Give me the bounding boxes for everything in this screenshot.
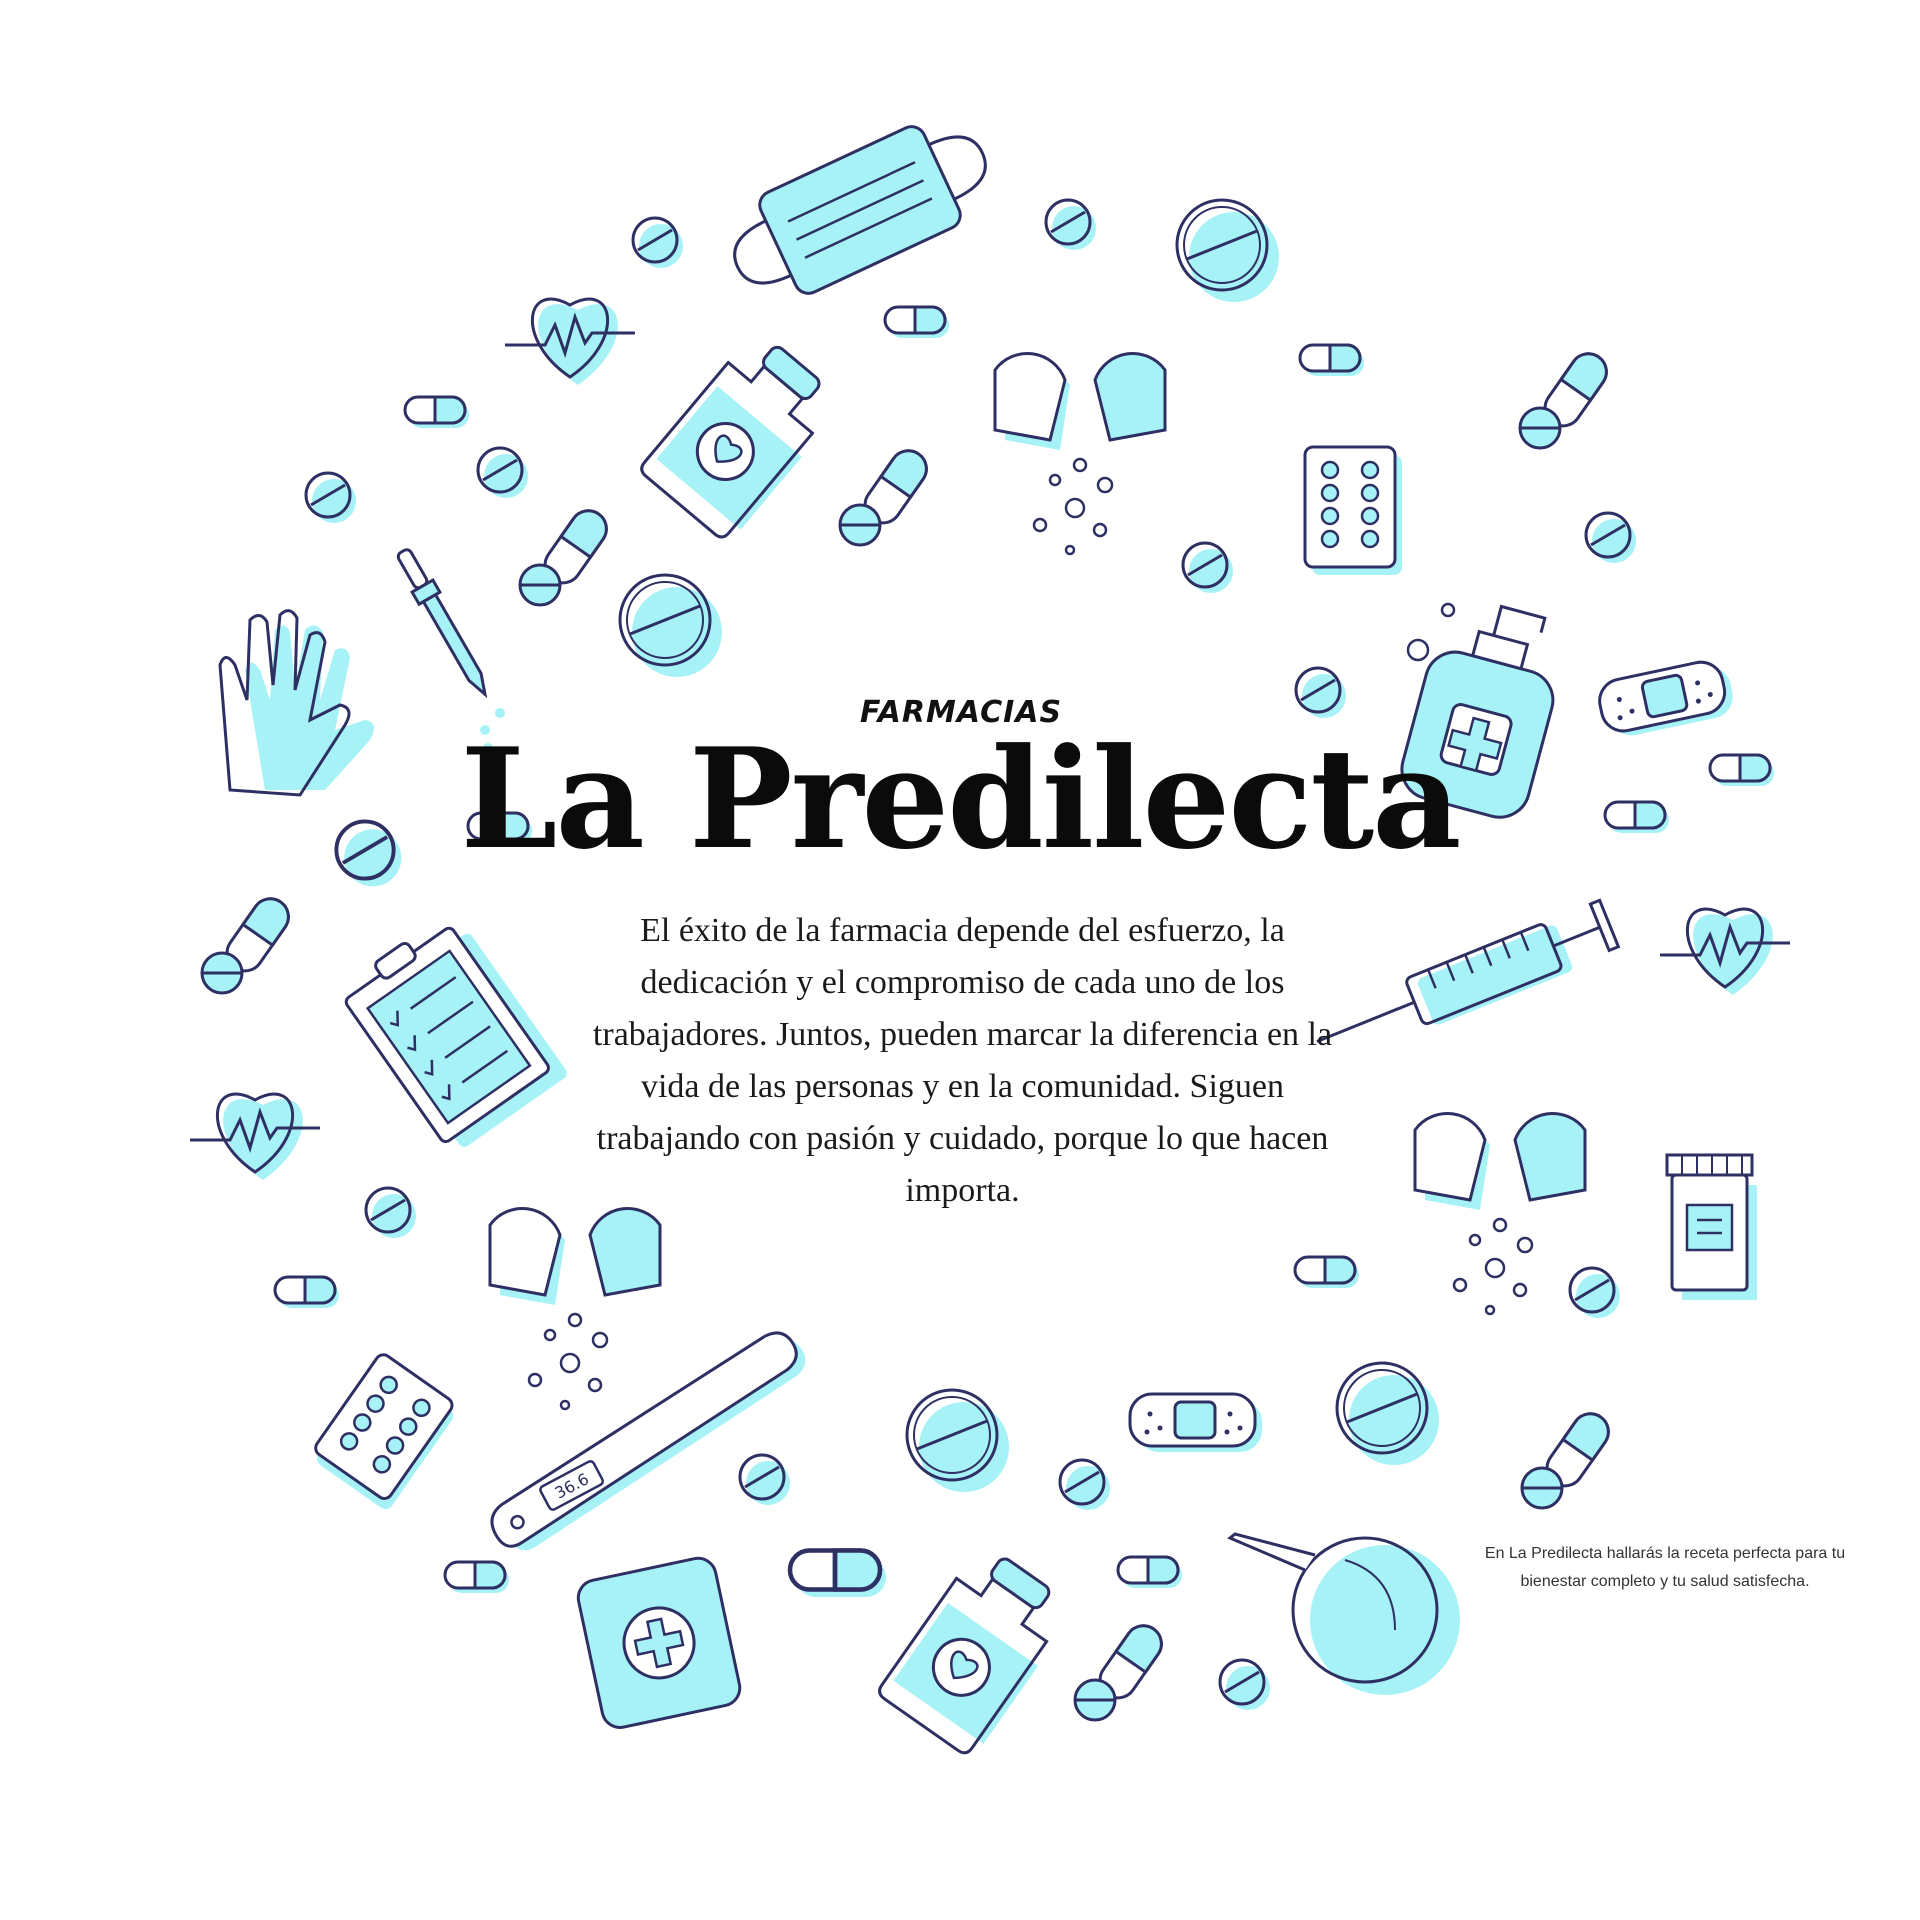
syringe-icon bbox=[1316, 898, 1621, 1043]
medicine-bottle-icon bbox=[874, 1540, 1080, 1762]
intro-paragraph: El éxito de la farmacia depende del esfu… bbox=[592, 912, 1333, 1209]
heart-rate-icon bbox=[1658, 907, 1792, 997]
open-capsule-icon bbox=[488, 1207, 662, 1411]
clipboard-icon bbox=[344, 926, 567, 1147]
bandage-icon bbox=[1128, 1392, 1262, 1452]
first-aid-kit-icon bbox=[576, 1556, 742, 1729]
blister-pack-icon bbox=[306, 1350, 463, 1514]
page-title: La Predilecta bbox=[460, 717, 1461, 880]
pill-jar-icon bbox=[1665, 1153, 1757, 1300]
face-mask-icon bbox=[733, 125, 987, 295]
blister-pack-icon bbox=[1303, 445, 1404, 577]
dropper-icon bbox=[396, 548, 488, 699]
open-capsule-icon bbox=[993, 352, 1167, 556]
enema-bulb-icon bbox=[1227, 1532, 1460, 1695]
heart-rate-icon bbox=[503, 297, 637, 387]
thermometer-icon: 36.6 bbox=[490, 1331, 806, 1551]
gloves-icon bbox=[218, 609, 374, 797]
open-capsule-icon bbox=[1413, 1112, 1587, 1316]
medicine-bottle-icon bbox=[636, 326, 849, 547]
heart-rate-icon bbox=[188, 1092, 322, 1182]
bandage-icon bbox=[1598, 660, 1733, 736]
footer-note: En La Predilecta hallarás la receta perf… bbox=[1484, 1545, 1846, 1590]
